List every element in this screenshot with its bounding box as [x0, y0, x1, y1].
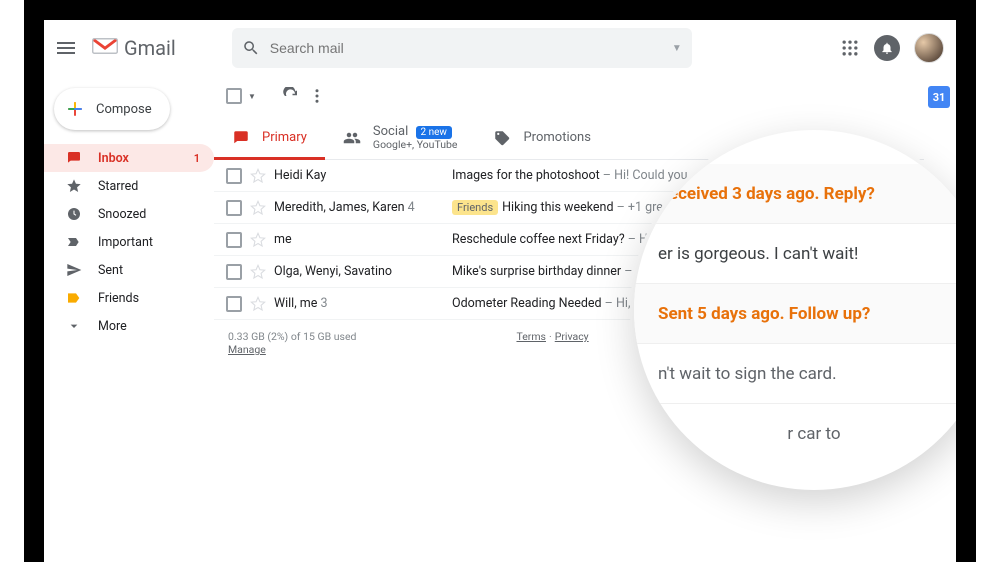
row-checkbox[interactable] — [226, 264, 242, 280]
gmail-logo: Gmail — [92, 36, 176, 60]
mag-snippet: r car to — [787, 424, 840, 444]
row-checkbox[interactable] — [226, 168, 242, 184]
calendar-rail-icon[interactable]: 31 — [928, 86, 950, 108]
mag-snippet: n't wait to sign the card. — [658, 364, 837, 384]
refresh-icon[interactable] — [282, 87, 300, 105]
star-outline-icon[interactable] — [250, 168, 266, 184]
storage-used: 0.33 GB (2%) of 15 GB used — [228, 330, 356, 343]
star-outline-icon[interactable] — [250, 296, 266, 312]
sidebar-item-label: Snoozed — [98, 207, 200, 222]
tab-social-sub: Google+, YouTube — [373, 139, 458, 151]
clock-icon — [66, 206, 82, 222]
compose-label: Compose — [96, 102, 152, 117]
select-menu-caret-icon[interactable]: ▼ — [248, 92, 256, 101]
search-bar[interactable]: ▼ — [232, 28, 692, 68]
sidebar-item-sent[interactable]: Sent — [44, 256, 214, 284]
app-name: Gmail — [124, 36, 176, 60]
manage-storage-link[interactable]: Manage — [228, 343, 266, 356]
send-icon — [66, 262, 82, 278]
side-rail: 31 — [928, 86, 950, 108]
star-outline-icon[interactable] — [250, 264, 266, 280]
gmail-m-icon — [92, 36, 118, 60]
email-sender: me — [274, 232, 444, 247]
email-label-chip: Friends — [452, 200, 498, 215]
hamburger-menu-icon[interactable] — [54, 36, 78, 60]
toolbar: ▼ — [214, 76, 924, 116]
email-sender: Meredith, James, Karen 4 — [274, 200, 444, 215]
email-sender: Heidi Kay — [274, 168, 444, 183]
tab-label: Primary — [262, 130, 307, 145]
select-all-checkbox[interactable] — [226, 88, 242, 104]
row-checkbox[interactable] — [226, 232, 242, 248]
tab-social-badge: 2 new — [416, 126, 452, 139]
notifications-icon[interactable] — [874, 35, 900, 61]
sidebar-item-important[interactable]: Important — [44, 228, 214, 256]
tab-social[interactable]: Social 2 new Google+, YouTube — [325, 116, 476, 159]
email-sender: Olga, Wenyi, Savatino — [274, 264, 444, 279]
account-avatar[interactable] — [914, 33, 944, 63]
privacy-link[interactable]: Privacy — [555, 330, 589, 343]
email-subject: Hiking this weekend — [502, 200, 613, 215]
mag-snippet: er is gorgeous. I can't wait! — [658, 244, 858, 264]
sidebar-item-label: Important — [98, 235, 200, 250]
apps-grid-icon[interactable] — [840, 38, 860, 58]
tag-icon — [493, 129, 511, 147]
tab-promotions[interactable]: Promotions — [475, 116, 608, 159]
nudge-reply-text: Received 3 days ago. Reply? — [658, 184, 875, 204]
star-icon — [66, 178, 82, 194]
tab-label: Promotions — [523, 130, 590, 145]
row-checkbox[interactable] — [226, 200, 242, 216]
sidebar-item-label: More — [98, 319, 200, 334]
search-options-caret-icon[interactable]: ▼ — [672, 43, 682, 54]
email-snippet: – Hi! Could you… — [600, 168, 696, 183]
plus-icon — [66, 100, 84, 118]
inbox-icon — [66, 150, 82, 166]
sidebar-item-inbox[interactable]: Inbox 1 — [44, 144, 214, 172]
tab-label: Social — [373, 124, 408, 139]
people-icon — [343, 129, 361, 147]
important-icon — [66, 234, 82, 250]
compose-button[interactable]: Compose — [54, 88, 170, 130]
sidebar-item-more[interactable]: More — [44, 312, 214, 340]
email-subject: Mike's surprise birthday dinner — [452, 264, 621, 279]
sidebar-item-starred[interactable]: Starred — [44, 172, 214, 200]
email-subject: Images for the photoshoot — [452, 168, 600, 183]
search-input[interactable] — [270, 40, 672, 56]
sidebar-item-label: Inbox — [98, 151, 178, 166]
more-vert-icon[interactable] — [308, 87, 326, 105]
email-sender: Will, me 3 — [274, 296, 444, 311]
nudge-followup-text: Sent 5 days ago. Follow up? — [658, 304, 870, 324]
chevron-down-icon — [66, 318, 82, 334]
sidebar-item-label: Starred — [98, 179, 200, 194]
terms-link[interactable]: Terms — [516, 330, 546, 343]
row-checkbox[interactable] — [226, 296, 242, 312]
email-subject: Odometer Reading Needed — [452, 296, 602, 311]
star-outline-icon[interactable] — [250, 200, 266, 216]
sidebar-item-friends[interactable]: Friends — [44, 284, 214, 312]
sidebar-item-label: Sent — [98, 263, 200, 278]
sidebar: Compose Inbox 1 Starred Snoozed I — [44, 76, 214, 562]
star-outline-icon[interactable] — [250, 232, 266, 248]
inbox-tab-icon — [232, 129, 250, 147]
sidebar-item-snoozed[interactable]: Snoozed — [44, 200, 214, 228]
email-subject: Reschedule coffee next Friday? — [452, 232, 625, 247]
inbox-count: 1 — [194, 152, 200, 165]
search-icon — [242, 39, 260, 57]
label-icon — [66, 290, 82, 306]
tab-primary[interactable]: Primary — [214, 116, 325, 159]
sidebar-item-label: Friends — [98, 291, 200, 306]
